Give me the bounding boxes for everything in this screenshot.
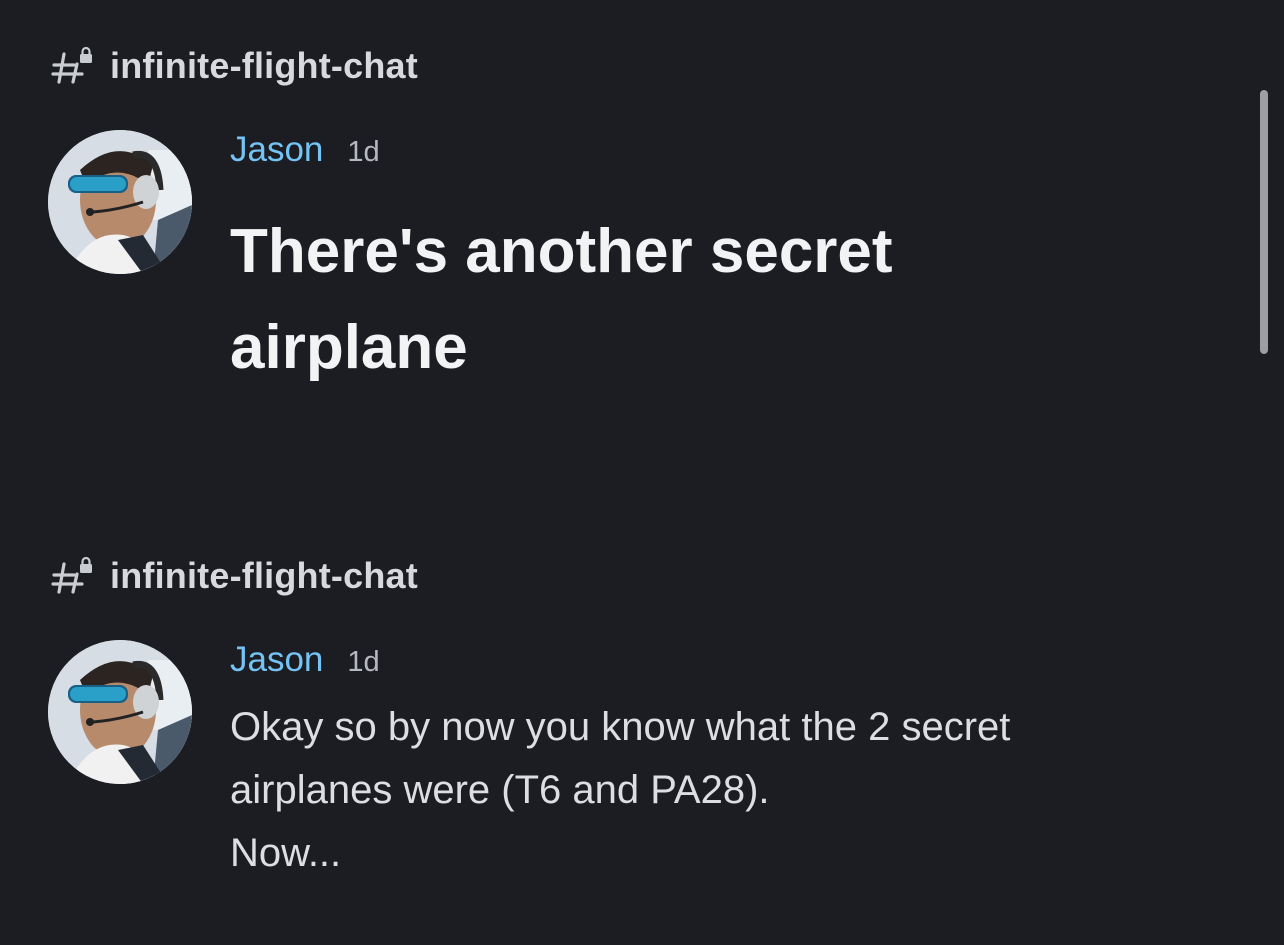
message-meta: Jason 1d: [230, 130, 1190, 186]
message-meta: Jason 1d: [230, 640, 1190, 696]
message[interactable]: Jason 1d Okay so by now you know what th…: [48, 640, 1198, 890]
channel-name: infinite-flight-chat: [110, 45, 418, 86]
avatar[interactable]: [48, 130, 192, 274]
avatar-pilot-headset-icon: [48, 640, 192, 784]
locked-hashtag-icon: [51, 556, 92, 594]
message-body: Jason 1d Okay so by now you know what th…: [230, 640, 1190, 885]
timestamp: 1d: [347, 646, 380, 678]
headline-line: There's another secret: [230, 217, 893, 286]
scrollbar[interactable]: [1260, 90, 1268, 354]
channel-name: infinite-flight-chat: [110, 555, 418, 596]
avatar[interactable]: [48, 640, 192, 784]
channel-header[interactable]: infinite-flight-chat: [50, 555, 418, 597]
message-line: Now...: [230, 831, 342, 875]
message-line: airplanes were (T6 and PA28).: [230, 768, 770, 812]
message[interactable]: Jason 1d There's another secret airplane: [48, 130, 1198, 400]
message-line: Okay so by now you know what the 2 secre…: [230, 705, 1011, 749]
author-name[interactable]: Jason: [230, 640, 323, 680]
channel-header[interactable]: infinite-flight-chat: [50, 45, 418, 87]
headline-line: airplane: [230, 313, 468, 382]
locked-hashtag-icon: [51, 46, 92, 84]
timestamp: 1d: [347, 136, 380, 168]
avatar-pilot-headset-icon: [48, 130, 192, 274]
headline: There's another secret airplane: [230, 204, 1190, 396]
message-feed: infinite-flight-chat Jason 1d There's an…: [0, 0, 1284, 945]
message-text: Okay so by now you know what the 2 secre…: [230, 696, 1190, 885]
message-body: Jason 1d There's another secret airplane: [230, 130, 1190, 396]
author-name[interactable]: Jason: [230, 130, 323, 170]
